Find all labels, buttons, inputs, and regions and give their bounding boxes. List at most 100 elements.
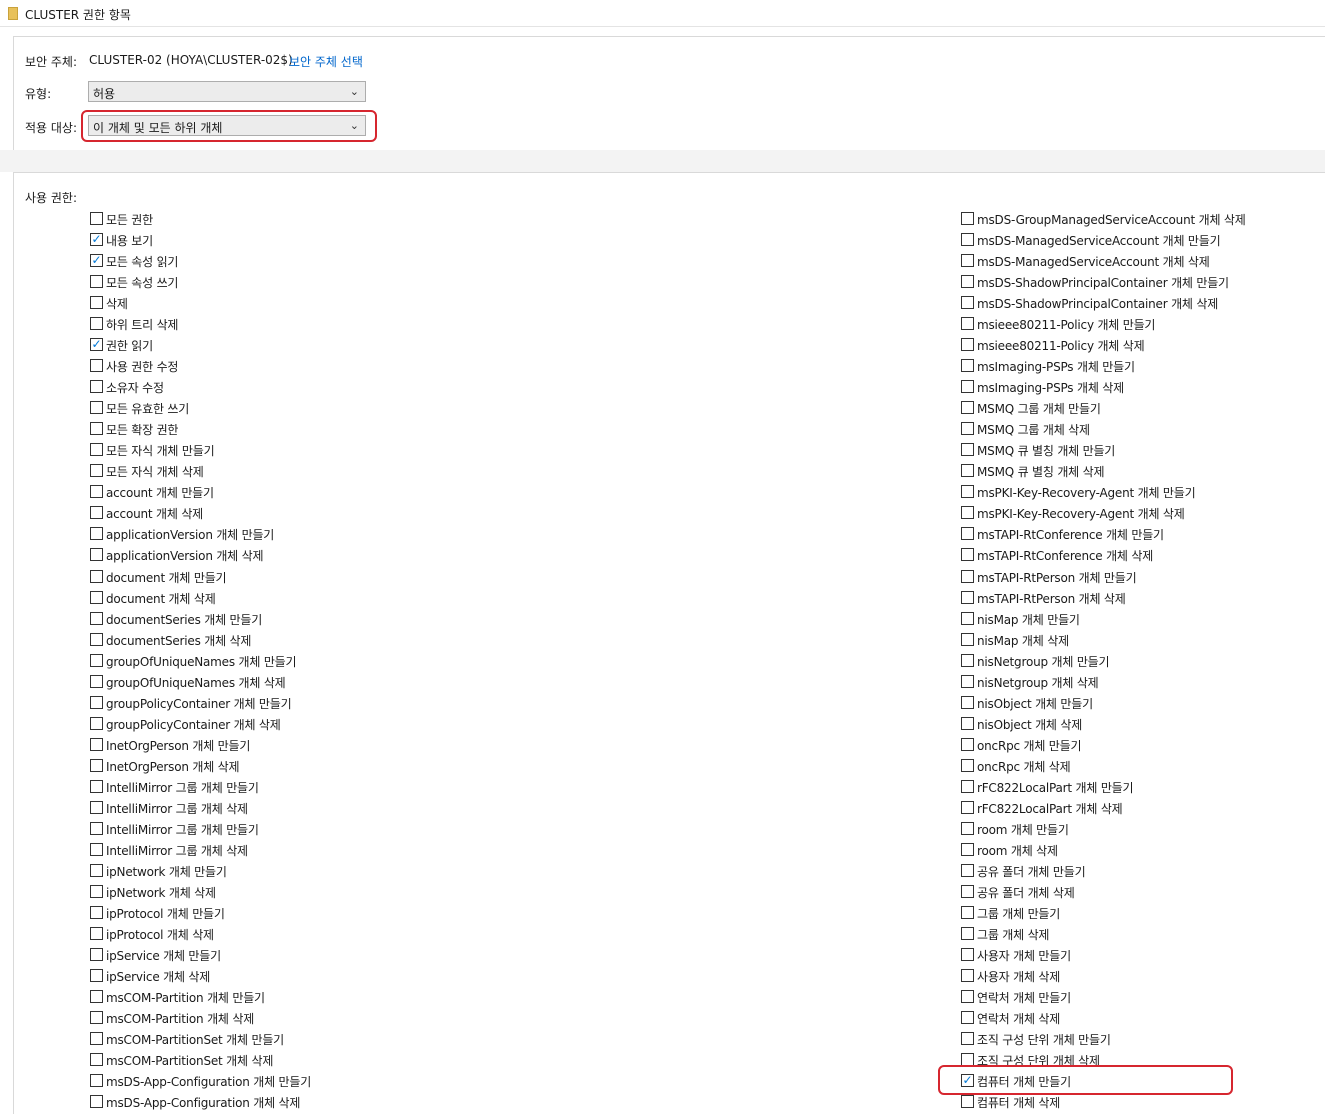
permission-label: msDS-ManagedServiceAccount 개체 삭제 [977,255,1210,270]
checkbox[interactable] [90,927,103,941]
checkbox[interactable] [961,506,974,520]
folder-icon [8,7,18,20]
permission-label: msDS-ShadowPrincipalContainer 개체 만들기 [977,276,1229,291]
checkbox[interactable] [90,1053,103,1067]
checkbox[interactable] [90,674,103,688]
checkbox[interactable] [961,422,974,436]
checkbox[interactable] [961,590,974,604]
checkbox-checked[interactable]: ✓ [90,254,103,268]
checkbox[interactable] [961,443,974,457]
checkbox[interactable] [90,990,103,1004]
permission-label: applicationVersion 개체 만들기 [106,528,275,543]
checkbox[interactable] [90,800,103,814]
checkbox[interactable] [90,1074,103,1088]
checkbox[interactable] [961,1095,974,1109]
checkbox-checked[interactable]: ✓ [90,338,103,352]
checkbox[interactable] [90,275,103,289]
checkbox[interactable] [961,948,974,962]
checkbox[interactable] [961,233,974,247]
checkbox[interactable] [961,485,974,499]
checkbox[interactable] [90,716,103,730]
checkbox[interactable] [90,422,103,436]
checkbox[interactable] [90,905,103,919]
checkbox[interactable] [961,632,974,646]
checkbox[interactable] [90,401,103,415]
checkbox[interactable] [961,1011,974,1025]
permission-label: nisNetgroup 개체 만들기 [977,654,1110,669]
checkbox[interactable] [961,296,974,310]
checkbox[interactable] [961,716,974,730]
checkbox[interactable] [90,506,103,520]
checkbox[interactable] [961,779,974,793]
checkbox-checked[interactable]: ✓ [90,233,103,247]
checkbox[interactable] [961,464,974,478]
checkbox[interactable] [90,611,103,625]
checkbox[interactable] [90,548,103,562]
checkbox[interactable] [961,212,974,225]
checkbox[interactable] [961,863,974,877]
permission-label: 권한 읽기 [106,339,153,354]
checkbox[interactable] [961,842,974,856]
checkbox[interactable] [90,969,103,983]
checkbox[interactable] [961,254,974,268]
checkbox[interactable] [90,380,103,394]
checkbox[interactable] [90,464,103,478]
checkbox[interactable] [961,695,974,709]
permission-label: MSMQ 큐 별칭 개체 삭제 [977,465,1105,480]
permission-label: ipNetwork 개체 삭제 [106,885,216,900]
select-principal-link[interactable]: 보안 주체 선택 [289,53,363,70]
checkbox[interactable] [961,884,974,898]
checkbox[interactable] [90,653,103,667]
permission-label: 공유 폴더 개체 삭제 [977,885,1075,900]
checkbox[interactable] [90,758,103,772]
checkbox[interactable] [961,275,974,289]
checkbox[interactable] [961,758,974,772]
checkbox[interactable] [90,842,103,856]
checkbox[interactable] [961,905,974,919]
checkbox[interactable] [961,359,974,373]
checkbox[interactable] [961,548,974,562]
checkbox[interactable] [90,779,103,793]
checkbox[interactable] [961,401,974,415]
checkbox[interactable] [90,296,103,310]
checkbox[interactable] [90,632,103,646]
checkbox[interactable] [961,1032,974,1046]
checkbox[interactable] [961,317,974,331]
checkbox[interactable] [961,569,974,583]
checkbox[interactable] [961,737,974,751]
highlight-computer-create [938,1065,1233,1095]
checkbox[interactable] [90,1011,103,1025]
checkbox[interactable] [90,1095,103,1109]
permission-label: IntelliMirror 그룹 개체 만들기 [106,822,259,837]
permission-label: MSMQ 그룹 개체 만들기 [977,402,1101,417]
checkbox[interactable] [961,674,974,688]
checkbox[interactable] [961,800,974,814]
checkbox[interactable] [961,927,974,941]
checkbox[interactable] [961,969,974,983]
checkbox[interactable] [90,737,103,751]
checkbox[interactable] [90,485,103,499]
checkbox[interactable] [961,990,974,1004]
checkbox[interactable] [961,527,974,541]
checkbox[interactable] [90,359,103,373]
checkbox[interactable] [90,212,103,225]
checkbox[interactable] [961,338,974,352]
checkbox[interactable] [90,884,103,898]
type-label: 유형: [25,87,52,101]
checkbox[interactable] [90,948,103,962]
checkbox[interactable] [961,380,974,394]
checkbox[interactable] [90,527,103,541]
checkbox[interactable] [90,695,103,709]
checkbox[interactable] [961,611,974,625]
checkbox[interactable] [90,821,103,835]
type-dropdown[interactable]: 허용 ⌄ [88,81,366,102]
checkbox[interactable] [90,863,103,877]
checkbox[interactable] [961,821,974,835]
checkbox[interactable] [90,317,103,331]
permission-label: room 개체 삭제 [977,843,1058,858]
checkbox[interactable] [961,653,974,667]
checkbox[interactable] [90,443,103,457]
checkbox[interactable] [90,1032,103,1046]
checkbox[interactable] [90,590,103,604]
checkbox[interactable] [90,569,103,583]
